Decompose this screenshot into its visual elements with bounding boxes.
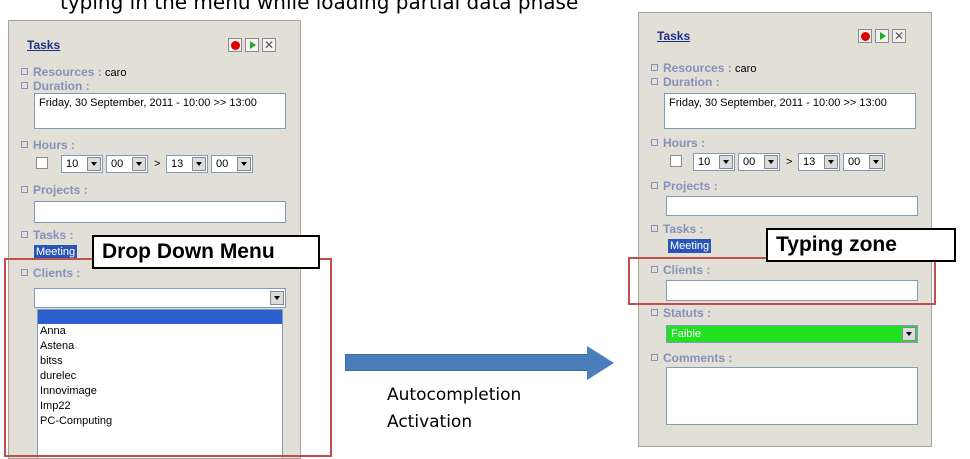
projects-label-text: Projects : (663, 179, 718, 193)
hour-from-value: 10 (66, 158, 79, 170)
chevron-down-icon (87, 157, 101, 171)
bullet-icon (21, 68, 28, 75)
close-button[interactable]: ✕ (892, 29, 906, 43)
caption-line-1: Autocompletion (387, 385, 522, 405)
record-icon (231, 41, 240, 50)
statuts-label: Statuts : (651, 306, 711, 320)
chevron-down-icon (902, 327, 916, 341)
minute-to-select[interactable]: 00 (843, 153, 885, 171)
panel-title[interactable]: Tasks (657, 29, 690, 43)
hour-to-value: 13 (803, 156, 816, 168)
statuts-value: Faible (671, 328, 701, 340)
play-button[interactable] (245, 38, 259, 52)
tasks-label: Tasks : (651, 222, 703, 236)
record-button[interactable] (858, 29, 872, 43)
statuts-select[interactable]: Faible (666, 325, 918, 343)
bullet-icon (651, 182, 658, 189)
arrow-right-icon (587, 346, 614, 380)
minute-to-select[interactable]: 00 (211, 155, 253, 173)
comments-label-text: Comments : (663, 351, 733, 365)
hours-label: Hours : (21, 138, 75, 152)
bullet-icon (21, 186, 28, 193)
chevron-down-icon (869, 155, 883, 169)
close-icon: ✕ (263, 38, 275, 52)
minute-from-value: 00 (111, 158, 124, 170)
range-separator: > (786, 156, 793, 168)
hours-label: Hours : (651, 136, 705, 150)
comments-textarea[interactable] (666, 367, 918, 425)
tasks-value[interactable]: Meeting (668, 239, 712, 253)
chevron-down-icon (132, 157, 146, 171)
hour-from-select[interactable]: 10 (693, 153, 735, 171)
projects-input[interactable] (34, 201, 286, 223)
resources-value: caro (735, 63, 757, 75)
hour-to-select[interactable]: 13 (166, 155, 208, 173)
close-icon: ✕ (893, 29, 905, 43)
duration-label: Duration : (651, 75, 720, 89)
bullet-icon (651, 225, 658, 232)
panel-title[interactable]: Tasks (27, 38, 60, 52)
duration-label-text: Duration : (33, 79, 90, 93)
close-button[interactable]: ✕ (262, 38, 276, 52)
chevron-down-icon (824, 155, 838, 169)
bullet-icon (21, 141, 28, 148)
range-separator: > (154, 158, 161, 170)
statuts-label-text: Statuts : (663, 306, 711, 320)
record-icon (861, 32, 870, 41)
projects-input[interactable] (666, 196, 918, 216)
bullet-icon (651, 64, 658, 71)
callout-typing-zone: Typing zone (766, 228, 956, 262)
resources-value: caro (105, 67, 127, 79)
hour-to-value: 13 (171, 158, 184, 170)
arrow-shaft (345, 354, 588, 371)
chevron-down-icon (237, 157, 251, 171)
hours-label-text: Hours : (33, 138, 75, 152)
bullet-icon (21, 231, 28, 238)
dropdown-highlight-box (4, 258, 332, 457)
tasks-label: Tasks : (21, 228, 73, 242)
projects-label: Projects : (21, 183, 88, 197)
duration-label: Duration : (21, 79, 90, 93)
minute-from-select[interactable]: 00 (106, 155, 148, 173)
play-button[interactable] (875, 29, 889, 43)
hour-from-select[interactable]: 10 (61, 155, 103, 173)
hours-label-text: Hours : (663, 136, 705, 150)
intro-text: typing in the menu while loading partial… (60, 0, 579, 14)
resources-row: Resources : caro (21, 65, 126, 79)
chevron-down-icon (192, 157, 206, 171)
hour-from-value: 10 (698, 156, 711, 168)
bullet-icon (651, 139, 658, 146)
comments-label: Comments : (651, 351, 732, 365)
resources-label: Resources : (33, 65, 102, 79)
chevron-down-icon (719, 155, 733, 169)
minute-to-value: 00 (848, 156, 861, 168)
duration-value: Friday, 30 September, 2011 - 10:00 >> 13… (34, 93, 286, 129)
record-button[interactable] (228, 38, 242, 52)
bullet-icon (651, 354, 658, 361)
chevron-down-icon (764, 155, 778, 169)
typing-zone-highlight-box (628, 257, 936, 305)
bullet-icon (651, 78, 658, 85)
hour-to-select[interactable]: 13 (798, 153, 840, 171)
duration-value: Friday, 30 September, 2011 - 10:00 >> 13… (664, 93, 916, 129)
play-icon (250, 41, 256, 49)
resources-row: Resources : caro (651, 61, 756, 75)
resources-label: Resources : (663, 61, 732, 75)
caption-line-2: Activation (387, 412, 473, 432)
tasks-label-text: Tasks : (33, 228, 74, 242)
projects-label-text: Projects : (33, 183, 88, 197)
projects-label: Projects : (651, 179, 718, 193)
bullet-icon (21, 82, 28, 89)
hours-checkbox[interactable] (670, 155, 682, 167)
tasks-value[interactable]: Meeting (34, 245, 78, 259)
minute-to-value: 00 (216, 158, 229, 170)
callout-drop-down-menu: Drop Down Menu (92, 235, 320, 269)
duration-label-text: Duration : (663, 75, 720, 89)
tasks-label-text: Tasks : (663, 222, 704, 236)
play-icon (880, 32, 886, 40)
bullet-icon (651, 309, 658, 316)
hours-checkbox[interactable] (36, 157, 48, 169)
minute-from-select[interactable]: 00 (738, 153, 780, 171)
minute-from-value: 00 (743, 156, 756, 168)
